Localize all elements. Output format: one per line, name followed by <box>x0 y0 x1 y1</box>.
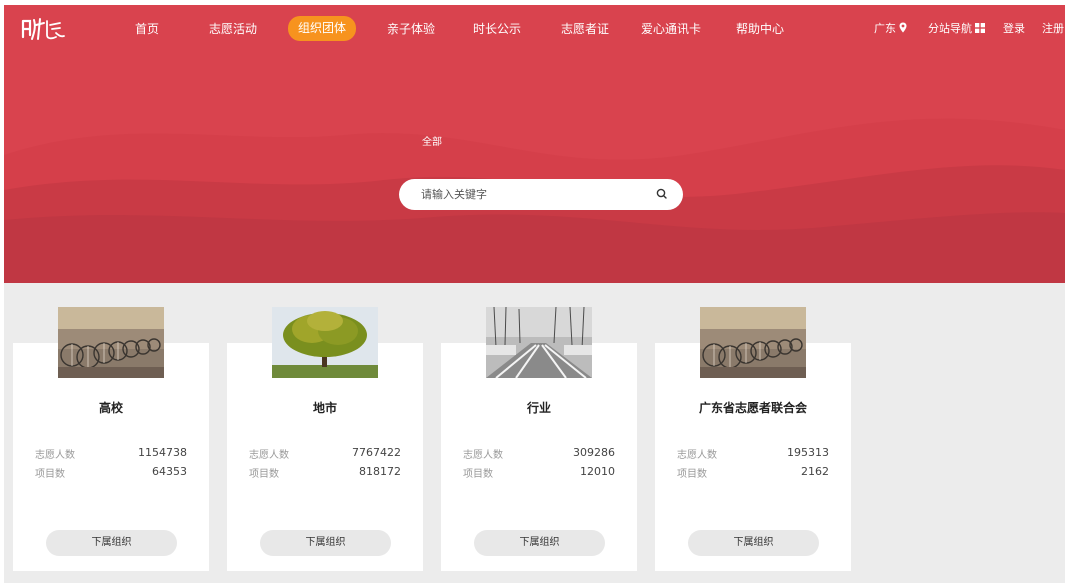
region-selector[interactable]: 广东 <box>874 17 907 41</box>
nav-organizations[interactable]: 组织团体 <box>288 16 357 41</box>
nav-love-card[interactable]: 爱心通讯卡 <box>641 17 701 41</box>
org-card-title: 高校 <box>98 401 123 415</box>
subsite-nav-label: 分站导航 <box>928 22 972 35</box>
volunteer-count-row: 志愿人数 1154738 <box>35 446 187 461</box>
org-card-title: 广东省志愿者联合会 <box>698 401 807 415</box>
org-cards-section: 高校 志愿人数 1154738 项目数 64353 下属组织 地市 志愿人数 7… <box>4 283 1065 583</box>
region-label: 广东 <box>874 22 896 35</box>
login-link[interactable]: 登录 <box>1003 17 1025 41</box>
page: 首页 志愿活动 组织团体 亲子体验 时长公示 志愿者证 爱心通讯卡 帮助中心 广… <box>0 0 1070 583</box>
project-count-label: 项目数 <box>35 469 65 480</box>
sub-organizations-button[interactable]: 下属组织 <box>474 530 605 556</box>
org-card[interactable]: 地市 志愿人数 7767422 项目数 818172 下属组织 <box>227 307 423 571</box>
project-count-value: 64353 <box>152 465 187 478</box>
bicycles-photo <box>700 307 806 378</box>
site-logo[interactable] <box>20 15 66 43</box>
project-count-value: 2162 <box>801 465 829 478</box>
search-input[interactable] <box>421 185 641 204</box>
volunteer-count-row: 志愿人数 309286 <box>463 446 615 461</box>
hero-banner: 首页 志愿活动 组织团体 亲子体验 时长公示 志愿者证 爱心通讯卡 帮助中心 广… <box>4 5 1065 283</box>
search-icon[interactable] <box>655 187 669 201</box>
subsite-nav-button[interactable]: 分站导航 <box>928 17 985 41</box>
project-count-row: 项目数 64353 <box>35 465 187 480</box>
volunteer-count-row: 志愿人数 195313 <box>677 446 829 461</box>
sub-organizations-button[interactable]: 下属组织 <box>46 530 177 556</box>
snowy-road-photo <box>486 307 592 378</box>
volunteer-count-value: 195313 <box>787 446 829 459</box>
project-count-value: 12010 <box>580 465 615 478</box>
project-count-row: 项目数 818172 <box>249 465 401 480</box>
search-box <box>399 179 683 210</box>
project-count-value: 818172 <box>359 465 401 478</box>
volunteer-count-row: 志愿人数 7767422 <box>249 446 401 461</box>
org-card-title: 行业 <box>526 401 551 415</box>
volunteer-count-value: 7767422 <box>352 446 401 459</box>
volunteer-count-label: 志愿人数 <box>249 450 289 461</box>
location-pin-icon <box>899 22 907 33</box>
filter-all[interactable]: 全部 <box>422 133 442 148</box>
project-count-row: 项目数 2162 <box>677 465 829 480</box>
nav-help-center[interactable]: 帮助中心 <box>736 17 784 41</box>
tree-photo <box>272 307 378 378</box>
volunteer-count-value: 309286 <box>573 446 615 459</box>
grid-icon <box>975 23 985 33</box>
nav-volunteer-certificate[interactable]: 志愿者证 <box>561 17 609 41</box>
sub-organizations-button[interactable]: 下属组织 <box>260 530 391 556</box>
nav-volunteer-activities[interactable]: 志愿活动 <box>209 17 257 41</box>
project-count-row: 项目数 12010 <box>463 465 615 480</box>
org-card[interactable]: 行业 志愿人数 309286 项目数 12010 下属组织 <box>441 307 637 571</box>
register-link[interactable]: 注册 <box>1042 17 1064 41</box>
volunteer-count-value: 1154738 <box>138 446 187 459</box>
bicycles-photo <box>58 307 164 378</box>
project-count-label: 项目数 <box>463 469 493 480</box>
volunteer-count-label: 志愿人数 <box>463 450 503 461</box>
project-count-label: 项目数 <box>677 469 707 480</box>
volunteer-count-label: 志愿人数 <box>677 450 717 461</box>
project-count-label: 项目数 <box>249 469 279 480</box>
org-card-title: 地市 <box>312 401 337 415</box>
nav-home[interactable]: 首页 <box>135 17 159 41</box>
top-nav: 首页 志愿活动 组织团体 亲子体验 时长公示 志愿者证 爱心通讯卡 帮助中心 广… <box>4 5 1065 49</box>
volunteer-count-label: 志愿人数 <box>35 450 75 461</box>
org-card[interactable]: 高校 志愿人数 1154738 项目数 64353 下属组织 <box>13 307 209 571</box>
sub-organizations-button[interactable]: 下属组织 <box>688 530 819 556</box>
nav-hours-publicity[interactable]: 时长公示 <box>473 17 521 41</box>
nav-family-experience[interactable]: 亲子体验 <box>387 17 435 41</box>
org-card[interactable]: 广东省志愿者联合会 志愿人数 195313 项目数 2162 下属组织 <box>655 307 851 571</box>
